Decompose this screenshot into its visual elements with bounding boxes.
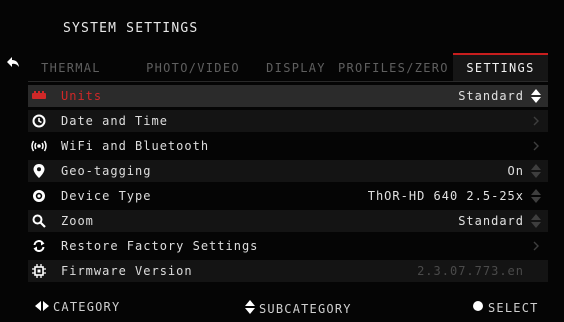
setting-label: WiFi and Bluetooth <box>61 139 210 153</box>
tab-photo-video[interactable]: PHOTO/VIDEO <box>140 55 246 79</box>
setting-value: Standard <box>458 89 524 103</box>
settings-list: Units Standard Date and Time WiFi and Bl… <box>28 85 548 285</box>
clock-icon <box>28 110 50 132</box>
setting-row-firmware-version: Firmware Version 2.3.07.773.en <box>28 260 548 282</box>
restore-icon <box>28 235 50 257</box>
screen: SYSTEM SETTINGS THERMAL PHOTO/VIDEO DISP… <box>0 0 564 322</box>
setting-label: Device Type <box>61 189 152 203</box>
updown-icon[interactable] <box>530 160 542 182</box>
hint-category-label: CATEGORY <box>53 300 121 314</box>
setting-value: ThOR-HD 640 2.5-25x <box>367 189 524 203</box>
setting-row-zoom[interactable]: Zoom Standard <box>28 210 548 232</box>
select-dot-icon <box>472 300 484 315</box>
left-right-arrows-icon <box>35 300 49 314</box>
units-icon <box>28 85 50 107</box>
zoom-icon <box>28 210 50 232</box>
footer-hints: CATEGORY SUBCATEGORY SELECT <box>0 300 564 318</box>
setting-row-wifi-bluetooth[interactable]: WiFi and Bluetooth <box>28 135 548 157</box>
tab-display[interactable]: DISPLAY <box>258 55 334 79</box>
tab-settings[interactable]: SETTINGS <box>453 53 548 81</box>
setting-row-geo-tagging[interactable]: Geo-tagging On <box>28 160 548 182</box>
hint-category: CATEGORY <box>35 300 120 314</box>
setting-label: Date and Time <box>61 114 168 128</box>
tab-profiles-zero[interactable]: PROFILES/ZERO <box>338 55 448 79</box>
setting-row-restore-factory[interactable]: Restore Factory Settings <box>28 235 548 257</box>
setting-row-date-time[interactable]: Date and Time <box>28 110 548 132</box>
hint-select-label: SELECT <box>488 300 539 315</box>
chevron-right-icon[interactable] <box>530 235 542 257</box>
chevron-right-icon[interactable] <box>530 110 542 132</box>
tab-divider <box>28 81 548 82</box>
setting-label: Geo-tagging <box>61 164 152 178</box>
setting-value: On <box>507 164 524 178</box>
up-down-arrows-icon <box>245 300 255 317</box>
tab-bar: THERMAL PHOTO/VIDEO DISPLAY PROFILES/ZER… <box>28 53 548 81</box>
updown-icon[interactable] <box>530 210 542 232</box>
setting-label: Units <box>61 89 103 103</box>
chevron-right-icon[interactable] <box>530 135 542 157</box>
tab-thermal[interactable]: THERMAL <box>28 55 114 79</box>
updown-icon[interactable] <box>530 85 542 107</box>
setting-row-units[interactable]: Units Standard <box>28 85 548 107</box>
setting-label: Zoom <box>61 214 94 228</box>
hint-select: SELECT <box>472 300 539 315</box>
setting-label: Firmware Version <box>61 264 193 278</box>
page-title: SYSTEM SETTINGS <box>63 21 199 36</box>
updown-icon[interactable] <box>530 185 542 207</box>
hint-subcategory: SUBCATEGORY <box>245 300 352 317</box>
setting-label: Restore Factory Settings <box>61 239 259 253</box>
location-pin-icon <box>28 160 50 182</box>
chip-icon <box>28 260 50 282</box>
wifi-icon <box>28 135 50 157</box>
back-icon[interactable] <box>6 55 20 69</box>
firmware-version-value: 2.3.07.773.en <box>417 264 524 278</box>
setting-value: Standard <box>458 214 524 228</box>
hint-subcategory-label: SUBCATEGORY <box>259 301 352 316</box>
device-icon <box>28 185 50 207</box>
setting-row-device-type[interactable]: Device Type ThOR-HD 640 2.5-25x <box>28 185 548 207</box>
